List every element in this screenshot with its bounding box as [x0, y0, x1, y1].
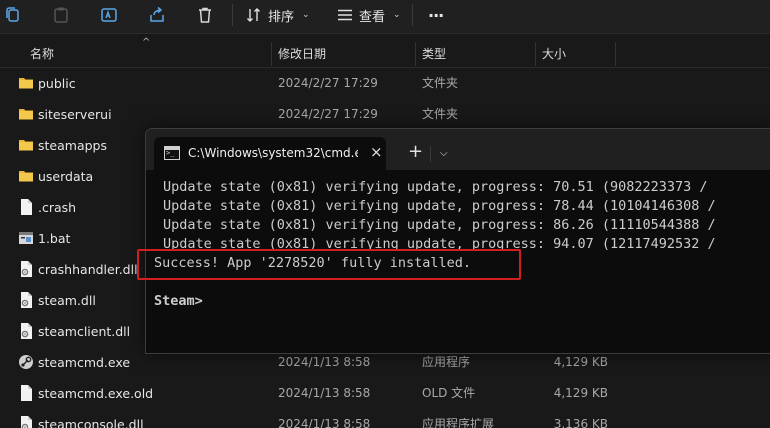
- view-label: 查看: [359, 9, 386, 25]
- file-name: crashhandler.dll: [38, 262, 138, 277]
- column-name[interactable]: 名称: [30, 40, 54, 68]
- file-name: userdata: [38, 169, 94, 184]
- terminal-tab-title: C:\Windows\system32\cmd.exe: [188, 146, 358, 160]
- new-tab-icon[interactable]: +: [408, 137, 423, 167]
- file-name: steamclient.dll: [38, 324, 131, 339]
- file-name: siteserverui: [38, 107, 112, 122]
- cmd-icon: [164, 146, 180, 160]
- bat-file-icon: [18, 229, 34, 247]
- chevron-down-icon: ⌄: [302, 10, 310, 20]
- file-name: steamconsole.dll: [38, 417, 144, 428]
- file-size: 3,136 KB: [553, 417, 608, 428]
- delete-icon[interactable]: [194, 4, 216, 26]
- file-row[interactable]: public 2024/2/27 17:29 文件夹: [0, 68, 770, 99]
- file-type: OLD 文件: [422, 386, 476, 400]
- file-row[interactable]: steamconsole.dll 2024/1/13 8:58 应用程序扩展 3,13…: [0, 409, 770, 428]
- folder-icon: [18, 167, 34, 185]
- chevron-down-icon: ⌄: [393, 10, 401, 20]
- sort-icon: [247, 8, 260, 22]
- file-name: steamapps: [38, 138, 107, 153]
- column-header-row: ^ 名称 修改日期 类型 大小: [0, 37, 770, 68]
- rename-icon[interactable]: [98, 4, 120, 26]
- column-divider[interactable]: [415, 42, 416, 66]
- paste-icon[interactable]: [50, 4, 72, 26]
- sort-label: 排序: [268, 9, 295, 25]
- file-name: steam.dll: [38, 293, 96, 308]
- column-divider[interactable]: [535, 42, 536, 66]
- column-type[interactable]: 类型: [422, 40, 446, 68]
- folder-icon: [18, 105, 34, 123]
- file-date: 2024/2/27 17:29: [278, 107, 378, 121]
- column-size[interactable]: 大小: [542, 40, 566, 68]
- highlight-annotation-box: [137, 249, 521, 280]
- terminal-line: Update state (0x81) verifying update, pr…: [163, 217, 716, 233]
- share-icon[interactable]: [146, 4, 168, 26]
- copy-icon[interactable]: [2, 4, 24, 26]
- terminal-tab[interactable]: C:\Windows\system32\cmd.exe ×: [154, 137, 386, 170]
- file-date: 2024/2/27 17:29: [278, 76, 378, 90]
- chevron-down-icon[interactable]: ⌵: [440, 139, 448, 169]
- file-type: 文件夹: [422, 107, 459, 121]
- steam-exe-icon: [18, 353, 34, 371]
- sort-ascending-icon: ^: [142, 37, 151, 48]
- view-icon: [338, 9, 352, 21]
- dll-file-icon: [18, 322, 34, 340]
- column-divider[interactable]: [271, 42, 272, 66]
- file-name: steamcmd.exe: [38, 355, 131, 370]
- terminal-line: Update state (0x81) verifying update, pr…: [163, 179, 708, 195]
- view-button[interactable]: 查看 ⌄: [337, 3, 401, 27]
- dll-file-icon: [18, 260, 34, 278]
- file-name: steamcmd.exe.old: [38, 386, 154, 401]
- file-row[interactable]: steamcmd.exe.old 2024/1/13 8:58 OLD 文件 4,12…: [0, 378, 770, 409]
- tab-close-icon[interactable]: ×: [370, 137, 383, 168]
- file-type: 应用程序扩展: [422, 417, 495, 428]
- sort-button[interactable]: 排序 ⌄: [246, 3, 310, 27]
- file-type: 文件夹: [422, 76, 459, 90]
- terminal-line: Update state (0x81) verifying update, pr…: [163, 198, 716, 214]
- file-row[interactable]: siteserverui 2024/2/27 17:29 文件夹: [0, 99, 770, 130]
- dll-file-icon: [18, 291, 34, 309]
- more-options-button[interactable]: ···: [428, 3, 444, 27]
- dll-file-icon: [18, 415, 34, 428]
- toolbar-divider: [412, 4, 413, 26]
- file-icon: [18, 384, 34, 402]
- terminal-prompt: Steam>: [154, 293, 203, 309]
- file-name: .crash: [38, 200, 77, 215]
- file-name: public: [38, 76, 76, 91]
- terminal-tab-bar: C:\Windows\system32\cmd.exe × + ⌵: [146, 129, 770, 170]
- folder-icon: [18, 136, 34, 154]
- toolbar-divider: [232, 4, 233, 26]
- file-date: 2024/1/13 8:58: [278, 417, 371, 428]
- file-size: 4,129 KB: [553, 386, 608, 400]
- terminal-window[interactable]: C:\Windows\system32\cmd.exe × + ⌵ Update…: [145, 128, 770, 354]
- tab-divider: [430, 146, 431, 162]
- explorer-toolbar: 排序 ⌄ 查看 ⌄ ···: [0, 0, 770, 34]
- file-icon: [18, 198, 34, 216]
- folder-icon: [18, 74, 34, 92]
- column-date[interactable]: 修改日期: [278, 40, 326, 68]
- file-name: 1.bat: [38, 231, 71, 246]
- column-divider[interactable]: [615, 42, 616, 66]
- file-date: 2024/1/13 8:58: [278, 386, 371, 400]
